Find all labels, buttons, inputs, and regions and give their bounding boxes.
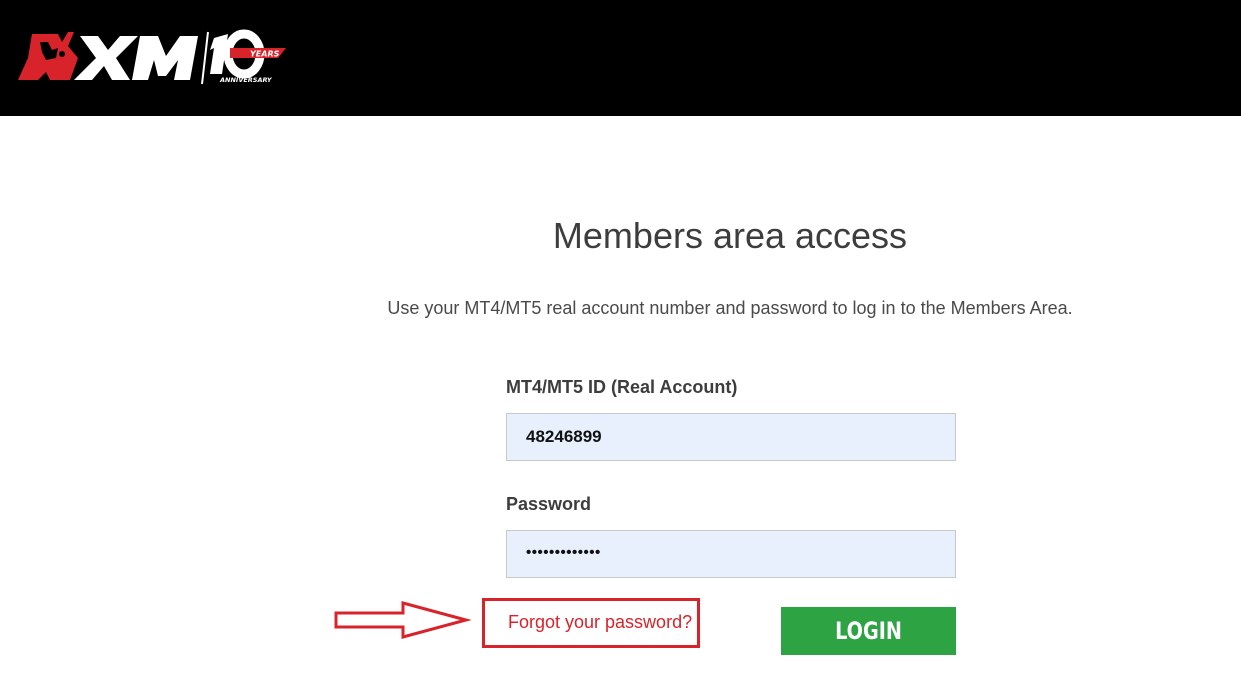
forgot-password-link[interactable]: Forgot your password? [508, 611, 692, 633]
badge-anniversary-text: ANNIVERSARY [219, 76, 273, 84]
bull-icon [18, 32, 78, 80]
password-label: Password [506, 494, 592, 514]
account-id-value: 48246899 [526, 427, 602, 446]
xm-10-years-logo[interactable]: YEARS ANNIVERSARY [18, 28, 288, 88]
password-masked-value: ••••••••••••• [526, 544, 601, 561]
top-header-bar: YEARS ANNIVERSARY [0, 0, 1241, 116]
login-button-label: LOGIN [835, 617, 902, 645]
account-id-label: MT4/MT5 ID (Real Account) [506, 377, 738, 397]
account-id-input[interactable]: 48246899 [506, 413, 956, 461]
badge-years-text: YEARS [250, 50, 280, 59]
ten-years-badge: YEARS ANNIVERSARY [210, 29, 286, 84]
page-title: Members area access [552, 215, 908, 256]
xm-wordmark [74, 36, 198, 80]
password-input[interactable]: ••••••••••••• [506, 530, 956, 578]
forgot-password-highlight-box: Forgot your password? [482, 598, 700, 648]
page-subtitle: Use your MT4/MT5 real account number and… [387, 298, 1073, 318]
right-arrow-outline-icon [334, 601, 472, 639]
login-button[interactable]: LOGIN [781, 607, 956, 655]
login-page: YEARS ANNIVERSARY Members area access Us… [0, 0, 1241, 694]
